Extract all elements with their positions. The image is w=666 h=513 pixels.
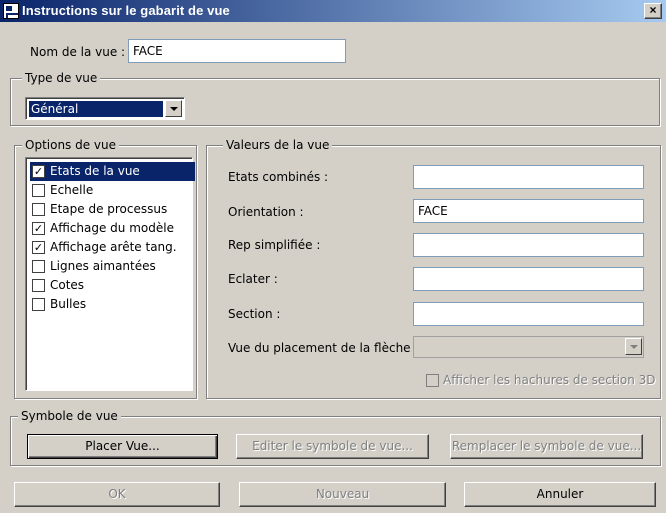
checkbox[interactable]: ✓ bbox=[32, 241, 45, 254]
simplified-rep-input[interactable] bbox=[413, 233, 644, 257]
hatch-checkbox[interactable] bbox=[426, 374, 439, 387]
list-item-affichage-du-modele[interactable]: ✓ Affichage du modèle bbox=[30, 219, 195, 238]
simplified-rep-label: Rep simplifiée : bbox=[228, 238, 321, 252]
chevron-down-icon[interactable] bbox=[625, 338, 642, 355]
replace-view-symbol-button[interactable]: Remplacer le symbole de vue... bbox=[450, 434, 643, 459]
list-item-affichage-arete-tang[interactable]: ✓ Affichage arête tang. bbox=[30, 238, 195, 257]
section-label: Section : bbox=[228, 307, 281, 321]
new-button[interactable]: Nouveau bbox=[239, 482, 446, 507]
orientation-input[interactable]: FACE bbox=[413, 199, 644, 223]
view-type-selected: Général bbox=[28, 100, 164, 118]
list-item-lignes-aimantees[interactable]: Lignes aimantées bbox=[30, 257, 195, 276]
close-button[interactable]: × bbox=[644, 3, 662, 19]
view-type-dropdown[interactable]: Général bbox=[25, 97, 185, 120]
ok-button[interactable]: OK bbox=[14, 482, 220, 507]
view-symbol-legend: Symbole de vue bbox=[18, 409, 121, 423]
edit-view-symbol-button[interactable]: Editer le symbole de vue... bbox=[236, 434, 429, 459]
checkbox[interactable] bbox=[32, 260, 45, 273]
list-item-cotes[interactable]: Cotes bbox=[30, 276, 195, 295]
arrow-placement-dropdown[interactable] bbox=[413, 336, 644, 358]
view-options-list[interactable]: ✓ Etats de la vue Echelle Etape de proce… bbox=[25, 157, 195, 391]
combined-states-label: Etats combinés : bbox=[228, 170, 329, 184]
combined-states-input[interactable] bbox=[413, 165, 644, 189]
checkbox[interactable] bbox=[32, 184, 45, 197]
view-type-legend: Type de vue bbox=[22, 71, 101, 85]
view-name-input[interactable]: FACE bbox=[128, 39, 346, 63]
cancel-button[interactable]: Annuler bbox=[464, 482, 656, 507]
orientation-label: Orientation : bbox=[228, 205, 304, 219]
list-item-echelle[interactable]: Echelle bbox=[30, 181, 195, 200]
arrow-placement-label: Vue du placement de la flèche : bbox=[228, 341, 419, 355]
checkbox[interactable] bbox=[32, 298, 45, 311]
chevron-down-icon[interactable] bbox=[165, 100, 182, 117]
view-values-legend: Valeurs de la vue bbox=[223, 138, 333, 152]
view-name-label: Nom de la vue : bbox=[30, 45, 126, 59]
place-view-button[interactable]: Placer Vue... bbox=[27, 434, 218, 459]
explode-label: Eclater : bbox=[228, 272, 278, 286]
checkbox[interactable]: ✓ bbox=[32, 165, 45, 178]
explode-input[interactable] bbox=[413, 267, 644, 291]
app-icon bbox=[3, 3, 19, 19]
checkbox[interactable] bbox=[32, 203, 45, 216]
checkbox[interactable]: ✓ bbox=[32, 222, 45, 235]
view-options-legend: Options de vue bbox=[22, 138, 120, 152]
list-item-etats-de-la-vue[interactable]: ✓ Etats de la vue bbox=[30, 162, 195, 181]
section-input[interactable] bbox=[413, 302, 644, 326]
checkbox[interactable] bbox=[32, 279, 45, 292]
hatch-checkbox-label: Afficher les hachures de section 3D bbox=[443, 373, 656, 387]
list-item-etape-de-processus[interactable]: Etape de processus bbox=[30, 200, 195, 219]
window-title: Instructions sur le gabarit de vue bbox=[22, 3, 230, 18]
list-item-bulles[interactable]: Bulles bbox=[30, 295, 195, 314]
